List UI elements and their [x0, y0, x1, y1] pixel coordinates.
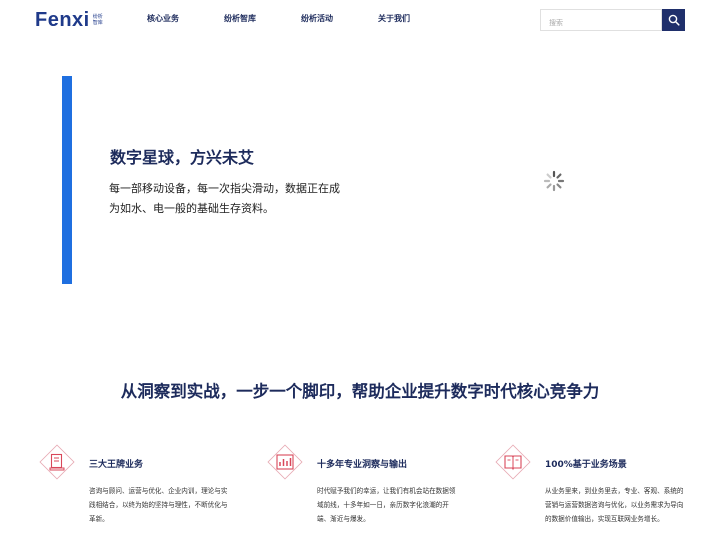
- search-icon: [668, 14, 680, 26]
- nav-item-think-tank[interactable]: 纷析智库: [224, 13, 256, 24]
- feature-text: 咨询与顾问、运营与优化、企业内训，理论与实践相结合，以终为始的坚持与理性，不断优…: [89, 487, 228, 523]
- search-button[interactable]: [662, 9, 685, 31]
- logo-subtext: 纷析 智库: [92, 14, 103, 26]
- logo[interactable]: Fenxi 纷析 智库: [35, 9, 107, 31]
- section-tagline: 从洞察到实战，一步一个脚印，帮助企业提升数字时代核心竞争力: [120, 382, 600, 401]
- search-box: [540, 9, 662, 33]
- book-icon: [495, 444, 531, 480]
- feature-title: 100%基于业务场景: [545, 460, 627, 470]
- loading-spinner-icon: [543, 170, 565, 192]
- feature-text: 从业务里来，到业务里去，专业、客观、系统的营销与运营数据咨询与优化，以业务需求为…: [545, 487, 684, 523]
- feature-text: 时代赋予我们的幸运，让我们有机会站在数据领域前线，十多年如一日，亲历数字化浪潮的…: [317, 487, 456, 523]
- nav-item-core-business[interactable]: 核心业务: [147, 13, 179, 24]
- site-header: Fenxi 纷析 智库 核心业务 纷析智库 纷析活动 关于我们: [0, 0, 720, 40]
- hero-accent-bar: [62, 76, 72, 284]
- document-icon: [39, 444, 75, 480]
- hero-text: 每一部移动设备，每一次指尖滑动，数据正在成为如水、电一般的基础生存资料。: [109, 182, 340, 215]
- feature-title: 三大王牌业务: [89, 460, 144, 470]
- feature-title: 十多年专业洞察与输出: [317, 460, 408, 470]
- search-input[interactable]: [541, 13, 661, 33]
- chart-icon: [267, 444, 303, 480]
- nav-item-about[interactable]: 关于我们: [378, 13, 410, 24]
- logo-text: Fenxi: [35, 9, 90, 31]
- hero-title: 数字星球，方兴未艾: [110, 148, 255, 167]
- nav-item-events[interactable]: 纷析活动: [301, 13, 333, 24]
